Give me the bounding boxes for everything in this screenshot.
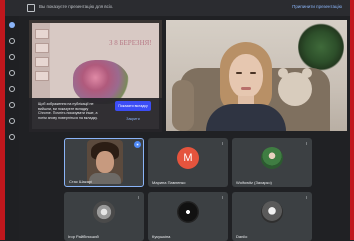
avatar: M — [177, 147, 199, 169]
rail-button-icon[interactable] — [9, 70, 15, 76]
participant-name: Danilo — [236, 234, 248, 239]
rail-button-icon[interactable] — [9, 86, 15, 92]
mic-off-icon: ⁝ — [305, 141, 308, 146]
rail-button-icon[interactable] — [9, 54, 15, 60]
rail-button-icon[interactable] — [9, 38, 15, 44]
participant-video — [87, 140, 123, 184]
plant-image — [298, 22, 344, 72]
participant-name: Ігор Райбінський — [68, 234, 99, 239]
participant-tile[interactable]: ⁝ Danilo — [232, 192, 312, 241]
participant-name: Кукушкіна — [152, 234, 171, 239]
present-icon — [27, 4, 35, 12]
rail-button-icon[interactable] — [9, 118, 15, 124]
avatar — [93, 201, 115, 223]
speaker-face — [229, 54, 263, 98]
slide-thumbnail[interactable] — [35, 71, 49, 81]
show-tab-button[interactable]: Показати вкладку — [115, 101, 151, 111]
presentation-banner: Вы показуєте презентацію для всіх. Припи… — [5, 0, 350, 16]
teddy-bear-ear — [302, 68, 312, 78]
participant-name: Марина Павленко — [152, 180, 186, 185]
participant-name: Wolfowitz (Захарко) — [236, 180, 272, 185]
participant-tile[interactable]: M ⁝ Марина Павленко — [148, 138, 228, 187]
participant-name: Стас Шакарі — [69, 179, 93, 184]
speaker-eye — [250, 72, 256, 74]
participant-tile[interactable]: ⁝ Кукушкіна — [148, 192, 228, 241]
slide-thumbnail[interactable] — [35, 57, 49, 67]
mic-off-icon: ⁝ — [221, 195, 224, 200]
participant-tile[interactable]: ⁝ Wolfowitz (Захарко) — [232, 138, 312, 187]
slide-thumbnail[interactable] — [35, 29, 49, 39]
speaker-eye — [236, 72, 242, 74]
mic-off-icon: ⁝ — [137, 195, 140, 200]
rail-button-icon[interactable] — [9, 134, 15, 140]
speaker-video — [166, 20, 347, 131]
share-warning-dialog: Щоб зображення на публікації не вийшли, … — [29, 98, 162, 132]
rail-button-icon[interactable] — [9, 102, 15, 108]
pin-icon[interactable]: ⁕ — [134, 141, 141, 148]
stop-presenting-button[interactable]: Припинити презентацію — [292, 4, 342, 9]
avatar — [261, 147, 283, 169]
speaker-lips — [241, 87, 251, 90]
participant-tile[interactable]: ⁝ Ігор Райбінський — [64, 192, 144, 241]
slide-thumbnail[interactable] — [35, 43, 49, 53]
participant-tile[interactable]: ⁕ Стас Шакарі — [64, 138, 144, 187]
presentation-notice: Вы показуєте презентацію для всіх. — [39, 4, 114, 9]
mic-off-icon: ⁝ — [305, 195, 308, 200]
mic-off-icon: ⁝ — [221, 141, 224, 146]
speaker-body — [206, 104, 286, 131]
share-warning-text: Щоб зображення на публікації не вийшли, … — [38, 102, 98, 120]
avatar — [261, 201, 283, 223]
teddy-bear-ear — [278, 68, 288, 78]
active-indicator-icon — [9, 22, 15, 28]
avatar — [177, 201, 199, 223]
sofa-arm-image — [172, 80, 194, 131]
close-dialog-button[interactable]: Закрити — [115, 117, 151, 121]
slide-heading: З 8 БЕРЕЗНЯ! — [109, 39, 152, 47]
side-rail — [5, 16, 19, 240]
shared-presentation: З 8 БЕРЕЗНЯ! Щоб зображення на публікаці… — [29, 20, 162, 132]
right-border — [350, 0, 354, 240]
